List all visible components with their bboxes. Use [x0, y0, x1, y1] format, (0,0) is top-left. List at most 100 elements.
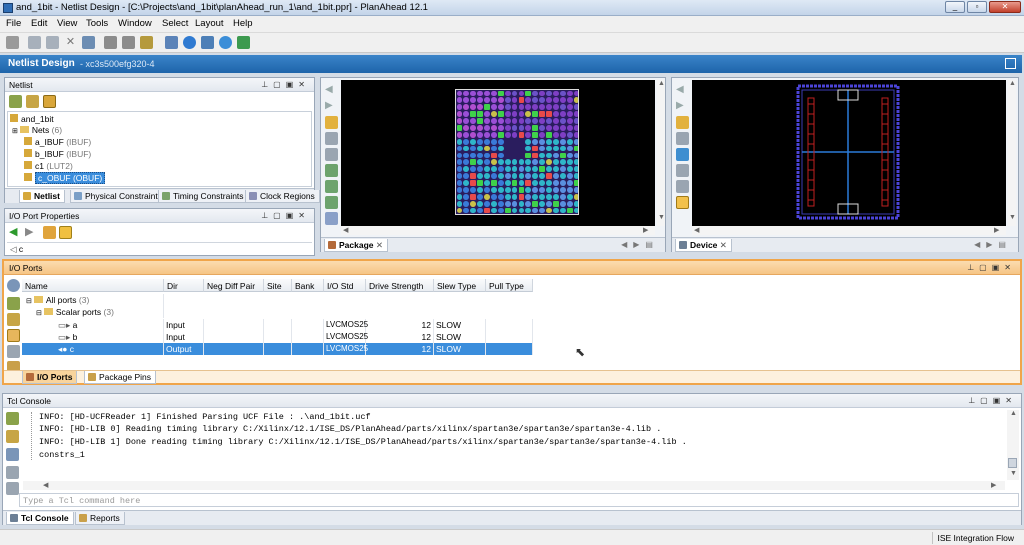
- tab-clock-regions[interactable]: Clock Regions: [245, 190, 320, 203]
- tab-physical-constraints[interactable]: Physical Constraints: [70, 190, 168, 203]
- layout-icon[interactable]: [201, 36, 214, 49]
- table-row-selected[interactable]: ◂● c Output LVCMOS25 12 SLOW: [22, 343, 533, 355]
- col-name[interactable]: Name: [22, 279, 164, 292]
- zoom-fit-icon[interactable]: [325, 164, 338, 177]
- group-by-icon[interactable]: [7, 329, 20, 342]
- panel-controls[interactable]: ⊥▢▣✕: [968, 396, 1017, 405]
- pointer-icon[interactable]: [59, 226, 72, 239]
- zoom-in-icon[interactable]: [676, 132, 689, 145]
- pan-icon[interactable]: [325, 212, 338, 225]
- save-icon[interactable]: [6, 36, 19, 49]
- collapse-all-icon[interactable]: [9, 95, 22, 108]
- close-button[interactable]: ✕: [989, 1, 1021, 13]
- show-hierarchy-icon[interactable]: [43, 95, 56, 108]
- tcl-command-input[interactable]: Type a Tcl command here: [19, 493, 1019, 507]
- view-nav-controls[interactable]: ◀▶▤: [974, 240, 1012, 249]
- collapse-icon[interactable]: [6, 412, 19, 425]
- table-row[interactable]: ▭▸ b Input LVCMOS25 12 SLOW: [22, 331, 533, 343]
- select-tool-icon[interactable]: [325, 116, 338, 129]
- menu-edit[interactable]: Edit: [31, 18, 47, 29]
- col-site[interactable]: Site: [264, 279, 292, 292]
- package-vscrollbar[interactable]: ▲ ▼: [657, 80, 665, 226]
- tree-item-nets[interactable]: ⊞ Nets (6): [12, 125, 62, 136]
- undo-icon[interactable]: [28, 36, 41, 49]
- pan-icon[interactable]: [676, 180, 689, 193]
- menu-window[interactable]: Window: [118, 18, 152, 29]
- check-icon[interactable]: [183, 36, 196, 49]
- expand-all-icon[interactable]: [7, 313, 20, 326]
- maximize-button[interactable]: ▫: [967, 1, 987, 13]
- tab-package[interactable]: Package ✕: [324, 239, 388, 252]
- col-slew-type[interactable]: Slew Type: [434, 279, 486, 292]
- package-hscrollbar[interactable]: ◀ ▶: [341, 226, 655, 235]
- highlight-icon[interactable]: [325, 196, 338, 209]
- select-object-icon[interactable]: [43, 226, 56, 239]
- route-icon[interactable]: [676, 148, 689, 161]
- minimize-button[interactable]: _: [945, 1, 965, 13]
- tree-item-c-obuf[interactable]: c_OBUF (OBUF): [24, 172, 106, 184]
- search-icon[interactable]: [7, 279, 20, 292]
- table-row[interactable]: ▭▸ a Input LVCMOS25 12 SLOW: [22, 319, 533, 331]
- arrow-left-icon[interactable]: ◀: [676, 84, 689, 97]
- zoom-area-icon[interactable]: [325, 180, 338, 193]
- tab-netlist[interactable]: Netlist: [19, 190, 65, 203]
- zoom-out-icon[interactable]: [325, 148, 338, 161]
- col-pull-type[interactable]: Pull Type: [486, 279, 533, 292]
- copy-icon[interactable]: [6, 448, 19, 461]
- arrow-left-icon[interactable]: ◀: [325, 84, 338, 97]
- tcl-vscrollbar[interactable]: ▲ ▼: [1007, 410, 1019, 480]
- expand-icon[interactable]: [6, 430, 19, 443]
- collapse-all-icon[interactable]: [7, 297, 20, 310]
- properties-icon[interactable]: [82, 36, 95, 49]
- place-icon[interactable]: [122, 36, 135, 49]
- tab-device[interactable]: Device ✕: [675, 239, 732, 252]
- wand-icon[interactable]: [140, 36, 153, 49]
- tab-reports[interactable]: Reports: [75, 512, 125, 525]
- tree-item-c1[interactable]: c1 (LUT2): [24, 161, 73, 172]
- route-icon[interactable]: [104, 36, 117, 49]
- tcl-hscrollbar[interactable]: ◀ ▶: [23, 481, 1005, 490]
- redo-icon[interactable]: [46, 36, 59, 49]
- view-nav-controls[interactable]: ◀▶▤: [621, 240, 659, 249]
- tab-package-pins[interactable]: Package Pins: [84, 371, 156, 384]
- tree-item-root[interactable]: and_1bit: [10, 114, 54, 125]
- group-row-scalar-ports[interactable]: ⊟ Scalar ports (3): [22, 306, 533, 318]
- menu-view[interactable]: View: [57, 18, 77, 29]
- forward-arrow-icon[interactable]: ▶: [25, 226, 38, 239]
- tab-io-ports[interactable]: I/O Ports: [22, 371, 78, 384]
- col-dir[interactable]: Dir: [164, 279, 204, 292]
- panel-controls[interactable]: ⊥▢▣✕: [967, 263, 1016, 272]
- tab-tcl-console[interactable]: Tcl Console: [6, 512, 74, 525]
- menu-tools[interactable]: Tools: [86, 18, 108, 29]
- find-icon[interactable]: [6, 482, 19, 495]
- layer-icon[interactable]: [676, 196, 689, 209]
- device-canvas[interactable]: [692, 80, 1006, 226]
- property-search-field[interactable]: ◁ c: [7, 242, 312, 254]
- tab-timing-constraints[interactable]: Timing Constraints: [158, 190, 249, 203]
- zoom-in-icon[interactable]: [325, 132, 338, 145]
- maximize-view-icon[interactable]: [1005, 58, 1016, 69]
- package-canvas[interactable]: [341, 80, 655, 226]
- menu-select[interactable]: Select: [162, 18, 188, 29]
- back-arrow-icon[interactable]: ◀: [9, 226, 22, 239]
- menu-help[interactable]: Help: [233, 18, 253, 29]
- panel-controls[interactable]: ⊥▢▣✕: [261, 211, 310, 220]
- create-port-icon[interactable]: [7, 345, 20, 358]
- zoom-out-icon[interactable]: [676, 164, 689, 177]
- panel-controls[interactable]: ⊥▢▣✕: [261, 80, 310, 89]
- col-bank[interactable]: Bank: [292, 279, 324, 292]
- group-row-all-ports[interactable]: ⊟ All ports (3): [22, 294, 533, 306]
- clear-icon[interactable]: [6, 466, 19, 479]
- tree-item-a-ibuf[interactable]: a_IBUF (IBUF): [24, 137, 91, 148]
- menu-layout[interactable]: Layout: [195, 18, 224, 29]
- report-icon[interactable]: [165, 36, 178, 49]
- col-neg-diff-pair[interactable]: Neg Diff Pair: [204, 279, 264, 292]
- tree-item-b-ibuf[interactable]: b_IBUF (IBUF): [24, 149, 91, 160]
- expand-all-icon[interactable]: [26, 95, 39, 108]
- col-drive-strength[interactable]: Drive Strength: [366, 279, 434, 292]
- device-vscrollbar[interactable]: ▲ ▼: [1008, 80, 1016, 226]
- arrow-right-icon[interactable]: ▶: [676, 100, 689, 113]
- delete-icon[interactable]: ✕: [64, 36, 77, 49]
- select-tool-icon[interactable]: [676, 116, 689, 129]
- menu-file[interactable]: File: [6, 18, 21, 29]
